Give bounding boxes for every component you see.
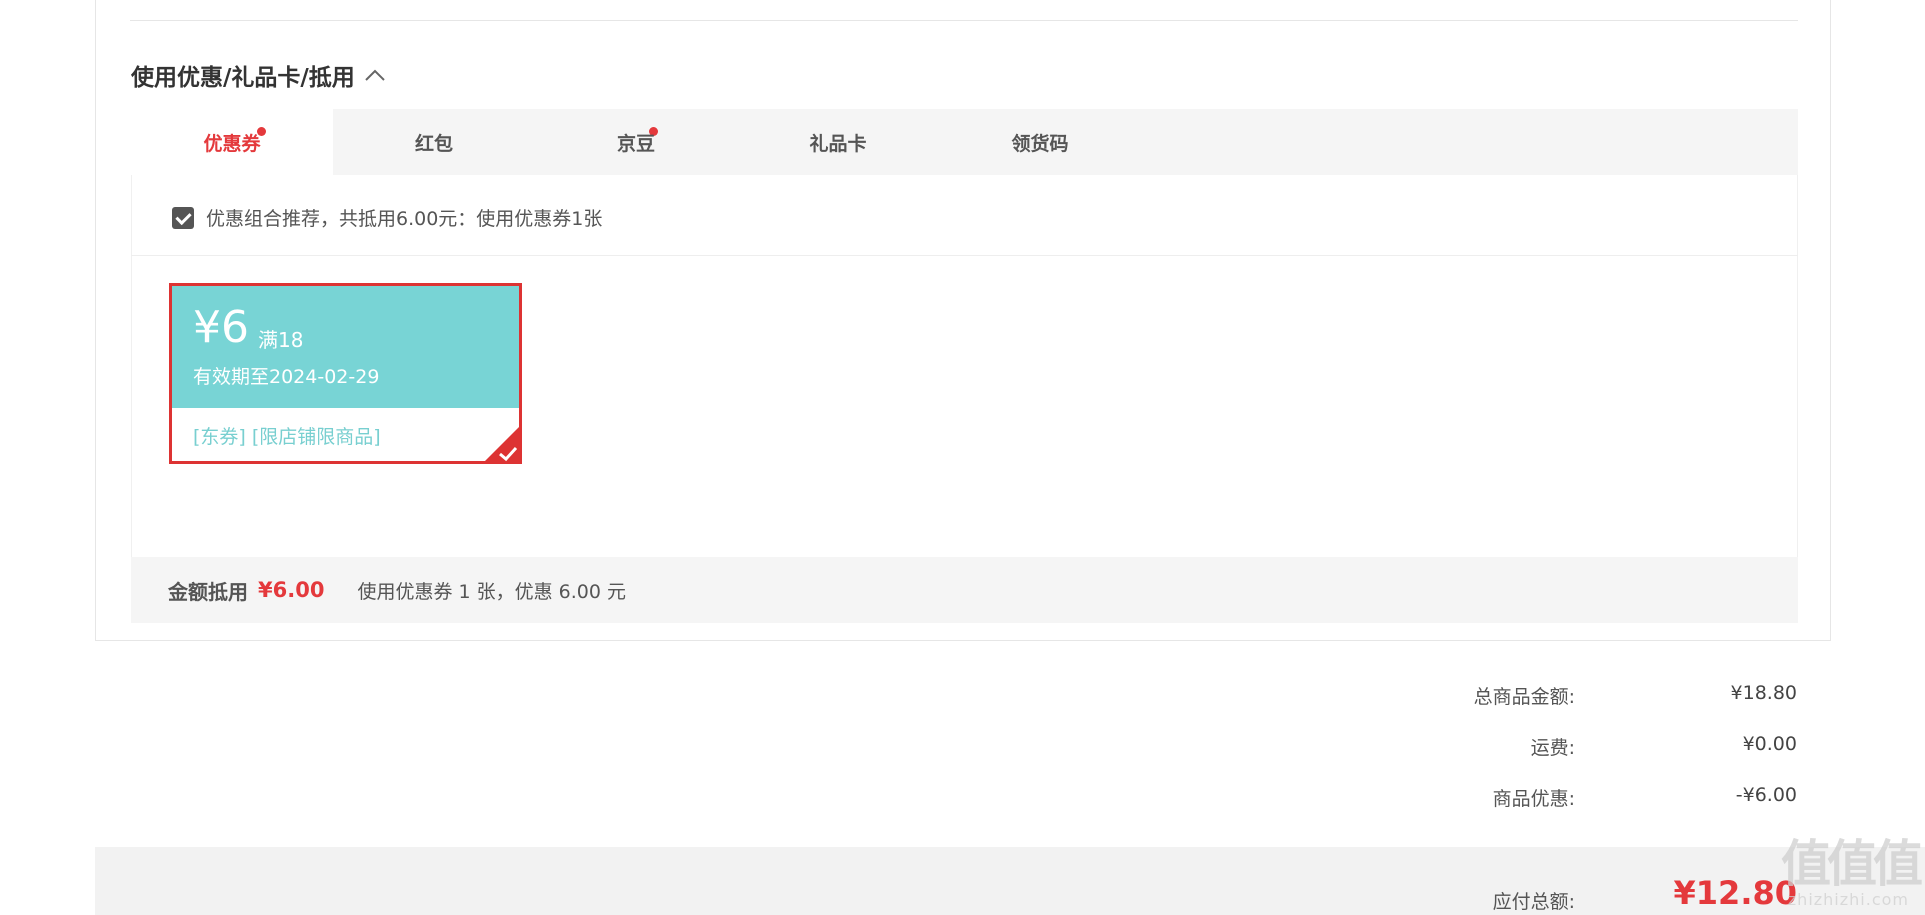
divider (131, 255, 1798, 256)
shipping-value: ¥0.00 (1742, 733, 1797, 755)
coupon-amount: ¥6 (193, 302, 249, 353)
tab-label: 京豆 (616, 132, 655, 155)
coupon-validity: 有效期至2024-02-29 (193, 366, 380, 388)
total-row: 总商品金额: ¥18.80 (1417, 682, 1797, 733)
payable-label: 应付总额: (1492, 891, 1575, 913)
discount-label: 商品优惠: (1492, 788, 1575, 810)
discount-tabs: 优惠券 红包 京豆 礼品卡 领货码 (131, 109, 1798, 175)
watermark-logo: 值值值 (1781, 835, 1923, 893)
coupon-tags: [东券] [限店铺限商品] (193, 426, 381, 448)
coupon-card[interactable]: ¥6 满18 有效期至2024-02-29 [东券] [限店铺限商品] (169, 283, 522, 464)
recommend-row: 优惠组合推荐，共抵用6.00元：使用优惠券1张 (172, 204, 602, 231)
shipping-row: 运费: ¥0.00 (1417, 733, 1797, 784)
total-label: 总商品金额: (1473, 686, 1575, 708)
watermark: 值值值 zhizhizhi.com (1771, 835, 1923, 915)
coupon-face: ¥6 满18 有效期至2024-02-29 (172, 286, 519, 408)
chevron-up-icon (363, 67, 385, 83)
shipping-label: 运费: (1530, 737, 1575, 759)
tab-coupon[interactable]: 优惠券 (131, 109, 333, 175)
payable-bar: 应付总额: ¥12.80 (95, 847, 1925, 915)
discount-summary: 金额抵用 ¥6.00 使用优惠券 1 张，优惠 6.00 元 (131, 557, 1798, 623)
discount-section-toggle[interactable]: 使用优惠/礼品卡/抵用 (131, 58, 385, 92)
summary-value: ¥6.00 (258, 578, 325, 602)
recommend-text: 优惠组合推荐，共抵用6.00元：使用优惠券1张 (206, 208, 603, 230)
order-totals: 总商品金额: ¥18.80 运费: ¥0.00 商品优惠: -¥6.00 (1417, 682, 1797, 835)
tab-gift-card[interactable]: 礼品卡 (737, 109, 939, 175)
watermark-url: zhizhizhi.com (1787, 890, 1909, 909)
tab-jd-beans[interactable]: 京豆 (535, 109, 737, 175)
tab-label: 红包 (414, 132, 453, 155)
tab-red-packet[interactable]: 红包 (333, 109, 658, 175)
summary-desc: 使用优惠券 1 张，优惠 6.00 元 (357, 580, 626, 603)
tab-label: 礼品卡 (809, 132, 867, 155)
total-value: ¥18.80 (1730, 682, 1797, 704)
summary-label: 金额抵用 (168, 579, 248, 604)
tab-label: 领货码 (1011, 132, 1069, 155)
tab-label: 优惠券 (203, 132, 261, 155)
discount-row: 商品优惠: -¥6.00 (1417, 784, 1797, 835)
tab-pickup-code[interactable]: 领货码 (939, 109, 1141, 175)
discount-value: -¥6.00 (1735, 784, 1797, 806)
selected-check-icon (482, 424, 522, 464)
notification-dot (257, 127, 266, 136)
recommend-checkbox[interactable] (172, 206, 194, 229)
section-title: 使用优惠/礼品卡/抵用 (131, 65, 355, 91)
top-divider (130, 20, 1798, 21)
coupon-condition: 满18 (258, 328, 304, 352)
